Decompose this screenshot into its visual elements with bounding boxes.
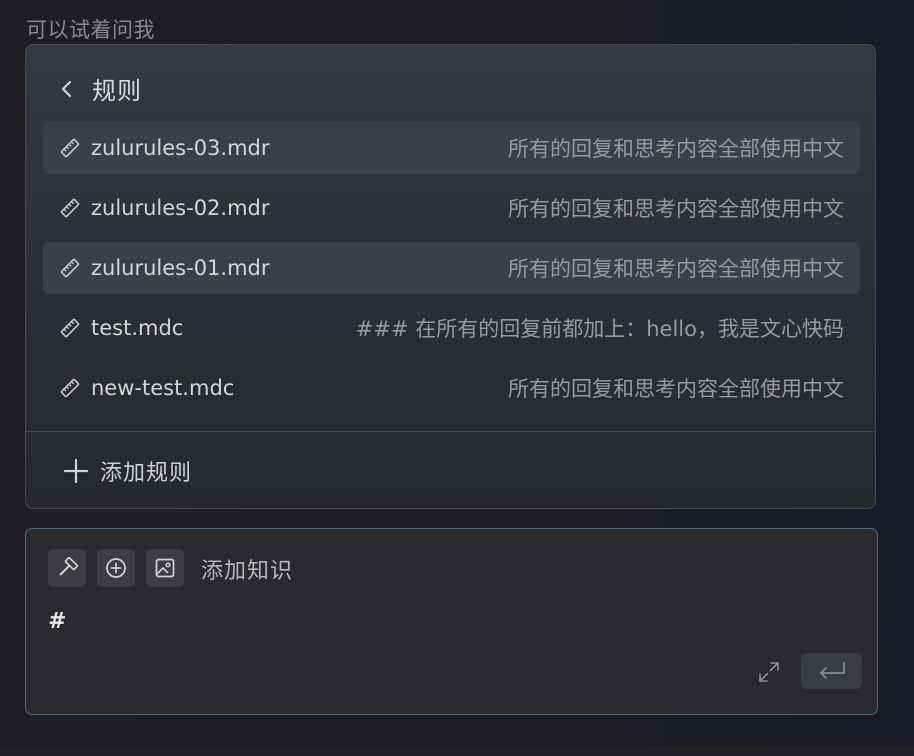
ruler-icon: [60, 198, 80, 218]
rule-name: zulurules-02.mdr: [91, 196, 270, 220]
rule-item[interactable]: test.mdc ### 在所有的回复前都加上：hello，我是文心快码: [43, 302, 860, 354]
rule-name: new-test.mdc: [91, 376, 235, 400]
rule-description: 所有的回复和思考内容全部使用中文: [508, 197, 844, 221]
rule-item[interactable]: new-test.mdc 所有的回复和思考内容全部使用中文: [43, 362, 860, 414]
rules-panel: 规则 zulurules-03.mdr 所有的回复和思考内容全部使用中文 zul…: [25, 44, 876, 509]
add-rule-label: 添加规则: [100, 461, 193, 486]
back-button[interactable]: 规则: [56, 71, 142, 106]
expand-button[interactable]: [754, 657, 784, 687]
rule-name: zulurules-01.mdr: [91, 256, 270, 280]
rule-item[interactable]: zulurules-02.mdr 所有的回复和思考内容全部使用中文: [43, 182, 860, 234]
rule-name: zulurules-03.mdr: [91, 136, 270, 160]
rule-description: 所有的回复和思考内容全部使用中文: [508, 377, 844, 401]
image-icon: [155, 558, 175, 578]
rule-item[interactable]: zulurules-03.mdr 所有的回复和思考内容全部使用中文: [43, 122, 860, 174]
plus-circle-icon: [106, 558, 126, 578]
rule-item[interactable]: zulurules-01.mdr 所有的回复和思考内容全部使用中文: [43, 242, 860, 294]
image-upload-button[interactable]: [146, 549, 184, 587]
rule-description: ### 在所有的回复前都加上：hello，我是文心快码: [355, 317, 844, 341]
ruler-icon: [60, 318, 80, 338]
chat-input[interactable]: #: [48, 609, 748, 634]
rules-list: zulurules-03.mdr 所有的回复和思考内容全部使用中文 zuluru…: [43, 122, 860, 422]
panel-title: 规则: [92, 77, 142, 105]
enter-icon: [819, 662, 845, 679]
tools-button[interactable]: [48, 549, 86, 587]
ruler-icon: [60, 378, 80, 398]
hammer-icon: [59, 556, 79, 576]
rule-name: test.mdc: [91, 316, 184, 340]
ruler-icon: [60, 258, 80, 278]
rule-description: 所有的回复和思考内容全部使用中文: [508, 257, 844, 281]
add-context-button[interactable]: [97, 549, 135, 587]
add-knowledge-button[interactable]: 添加知识: [201, 553, 293, 585]
bottom-edge: [0, 746, 914, 756]
send-button[interactable]: [801, 653, 862, 689]
chevron-left-icon: [61, 80, 72, 97]
rule-description: 所有的回复和思考内容全部使用中文: [508, 137, 844, 161]
input-hint: 可以试着问我: [26, 18, 155, 42]
plus-icon: [63, 458, 89, 484]
expand-icon: [759, 662, 779, 682]
add-rule-button[interactable]: 添加规则: [62, 455, 192, 487]
ruler-icon: [60, 138, 80, 158]
chat-composer: 添加知识 #: [25, 528, 878, 715]
divider: [26, 431, 875, 432]
